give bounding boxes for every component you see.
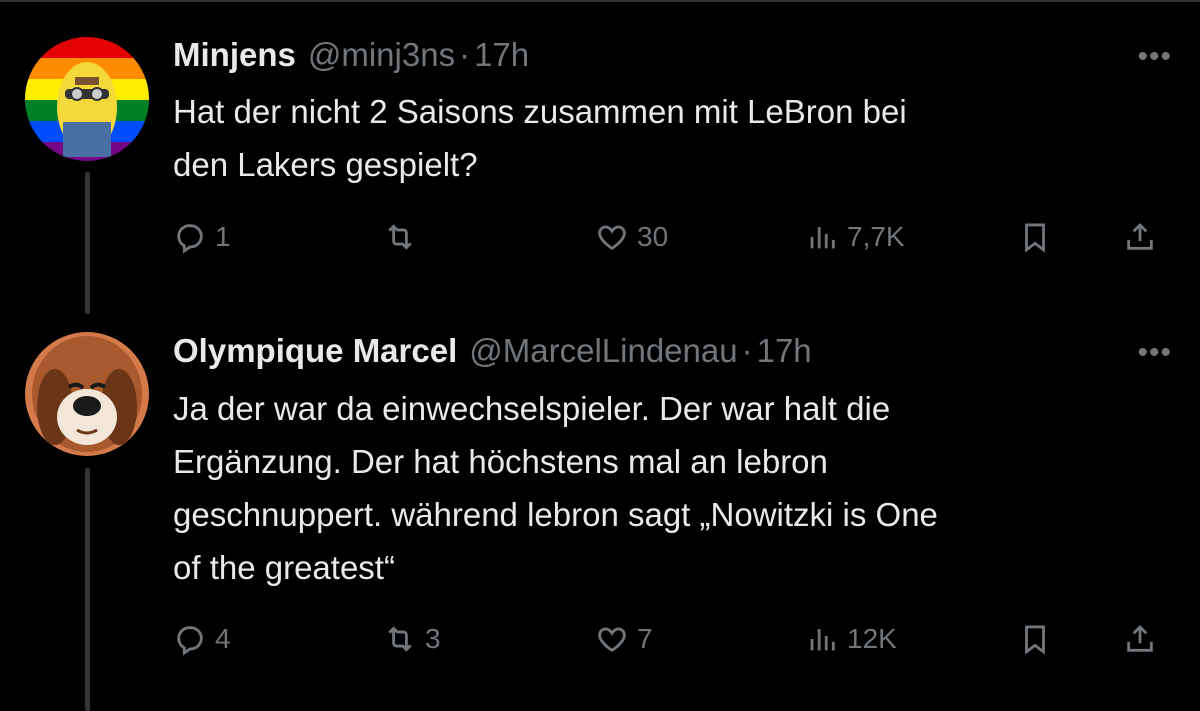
view-count: 7,7K: [847, 221, 905, 252]
share-button[interactable]: [1123, 214, 1157, 260]
timestamp[interactable]: 17h: [474, 36, 529, 74]
avatar-image: [25, 37, 149, 161]
views-icon: [810, 629, 835, 651]
tweet-header: Minjens @minj3ns · 17h: [173, 36, 529, 74]
thread-connector: [85, 468, 90, 711]
reply-button[interactable]: 4: [173, 616, 231, 662]
heart-icon: [598, 627, 626, 652]
like-count: 7: [637, 623, 653, 654]
views-button[interactable]: 7,7K: [805, 214, 905, 260]
like-count: 30: [637, 221, 669, 252]
tweet-text-line: Ja der war da einwechselspieler. Der war…: [173, 390, 891, 427]
tweet-text: Hat der nicht 2 Saisons zusammen mit LeB…: [173, 85, 1173, 191]
more-options-icon[interactable]: •••: [1137, 336, 1172, 370]
retweet-button[interactable]: 3: [383, 616, 441, 662]
action-bar: 1 30 7,7K: [173, 214, 1173, 260]
retweet-count: 3: [425, 623, 441, 654]
share-icon: [1127, 624, 1153, 652]
bookmark-button[interactable]: [1018, 616, 1052, 662]
tweet-text-line: Ergänzung. Der hat höchstens mal an lebr…: [173, 443, 828, 480]
reply-button[interactable]: 1: [173, 214, 231, 260]
tweet-text-line: of the greatest“: [173, 549, 395, 586]
tweet-minjens[interactable]: Minjens @minj3ns · 17h ••• Hat der nicht…: [0, 0, 1200, 320]
share-button[interactable]: [1123, 616, 1157, 662]
views-button[interactable]: 12K: [805, 616, 897, 662]
share-icon: [1127, 222, 1153, 250]
reply-count: 4: [215, 623, 231, 654]
avatar-image: [25, 332, 149, 456]
reply-count: 1: [215, 221, 231, 252]
views-icon: [810, 227, 835, 249]
retweet-icon: [388, 224, 412, 250]
display-name[interactable]: Olympique Marcel: [173, 332, 457, 370]
timestamp[interactable]: 17h: [757, 332, 812, 370]
user-handle[interactable]: @minj3ns: [308, 36, 455, 74]
separator-dot: ·: [459, 36, 471, 73]
action-bar: 4 3 7 12K: [173, 616, 1173, 662]
retweet-button[interactable]: [383, 214, 425, 260]
avatar[interactable]: [25, 332, 149, 456]
tweet-text: Ja der war da einwechselspieler. Der war…: [173, 382, 1173, 594]
avatar[interactable]: [25, 37, 149, 161]
display-name[interactable]: Minjens: [173, 36, 296, 74]
tweet-header: Olympique Marcel @MarcelLindenau · 17h: [173, 332, 812, 370]
bookmark-icon: [1025, 625, 1045, 655]
reply-icon: [177, 224, 203, 254]
view-count: 12K: [847, 623, 897, 654]
reply-icon: [177, 626, 203, 656]
like-button[interactable]: 30: [595, 214, 668, 260]
tweet-olympique-marcel[interactable]: Olympique Marcel @MarcelLindenau · 17h •…: [0, 320, 1200, 711]
tweet-text-line: geschnuppert. während lebron sagt „Nowit…: [173, 496, 938, 533]
retweet-icon: [388, 626, 412, 652]
thread-connector: [85, 172, 90, 314]
like-button[interactable]: 7: [595, 616, 653, 662]
bookmark-button[interactable]: [1018, 214, 1052, 260]
tweet-text-line: den Lakers gespielt?: [173, 146, 478, 183]
more-options-icon[interactable]: •••: [1137, 40, 1172, 74]
separator-dot: ·: [741, 332, 753, 369]
user-handle[interactable]: @MarcelLindenau: [469, 332, 737, 370]
tweet-text-line: Hat der nicht 2 Saisons zusammen mit LeB…: [173, 93, 907, 130]
bookmark-icon: [1025, 223, 1045, 253]
heart-icon: [598, 225, 626, 250]
